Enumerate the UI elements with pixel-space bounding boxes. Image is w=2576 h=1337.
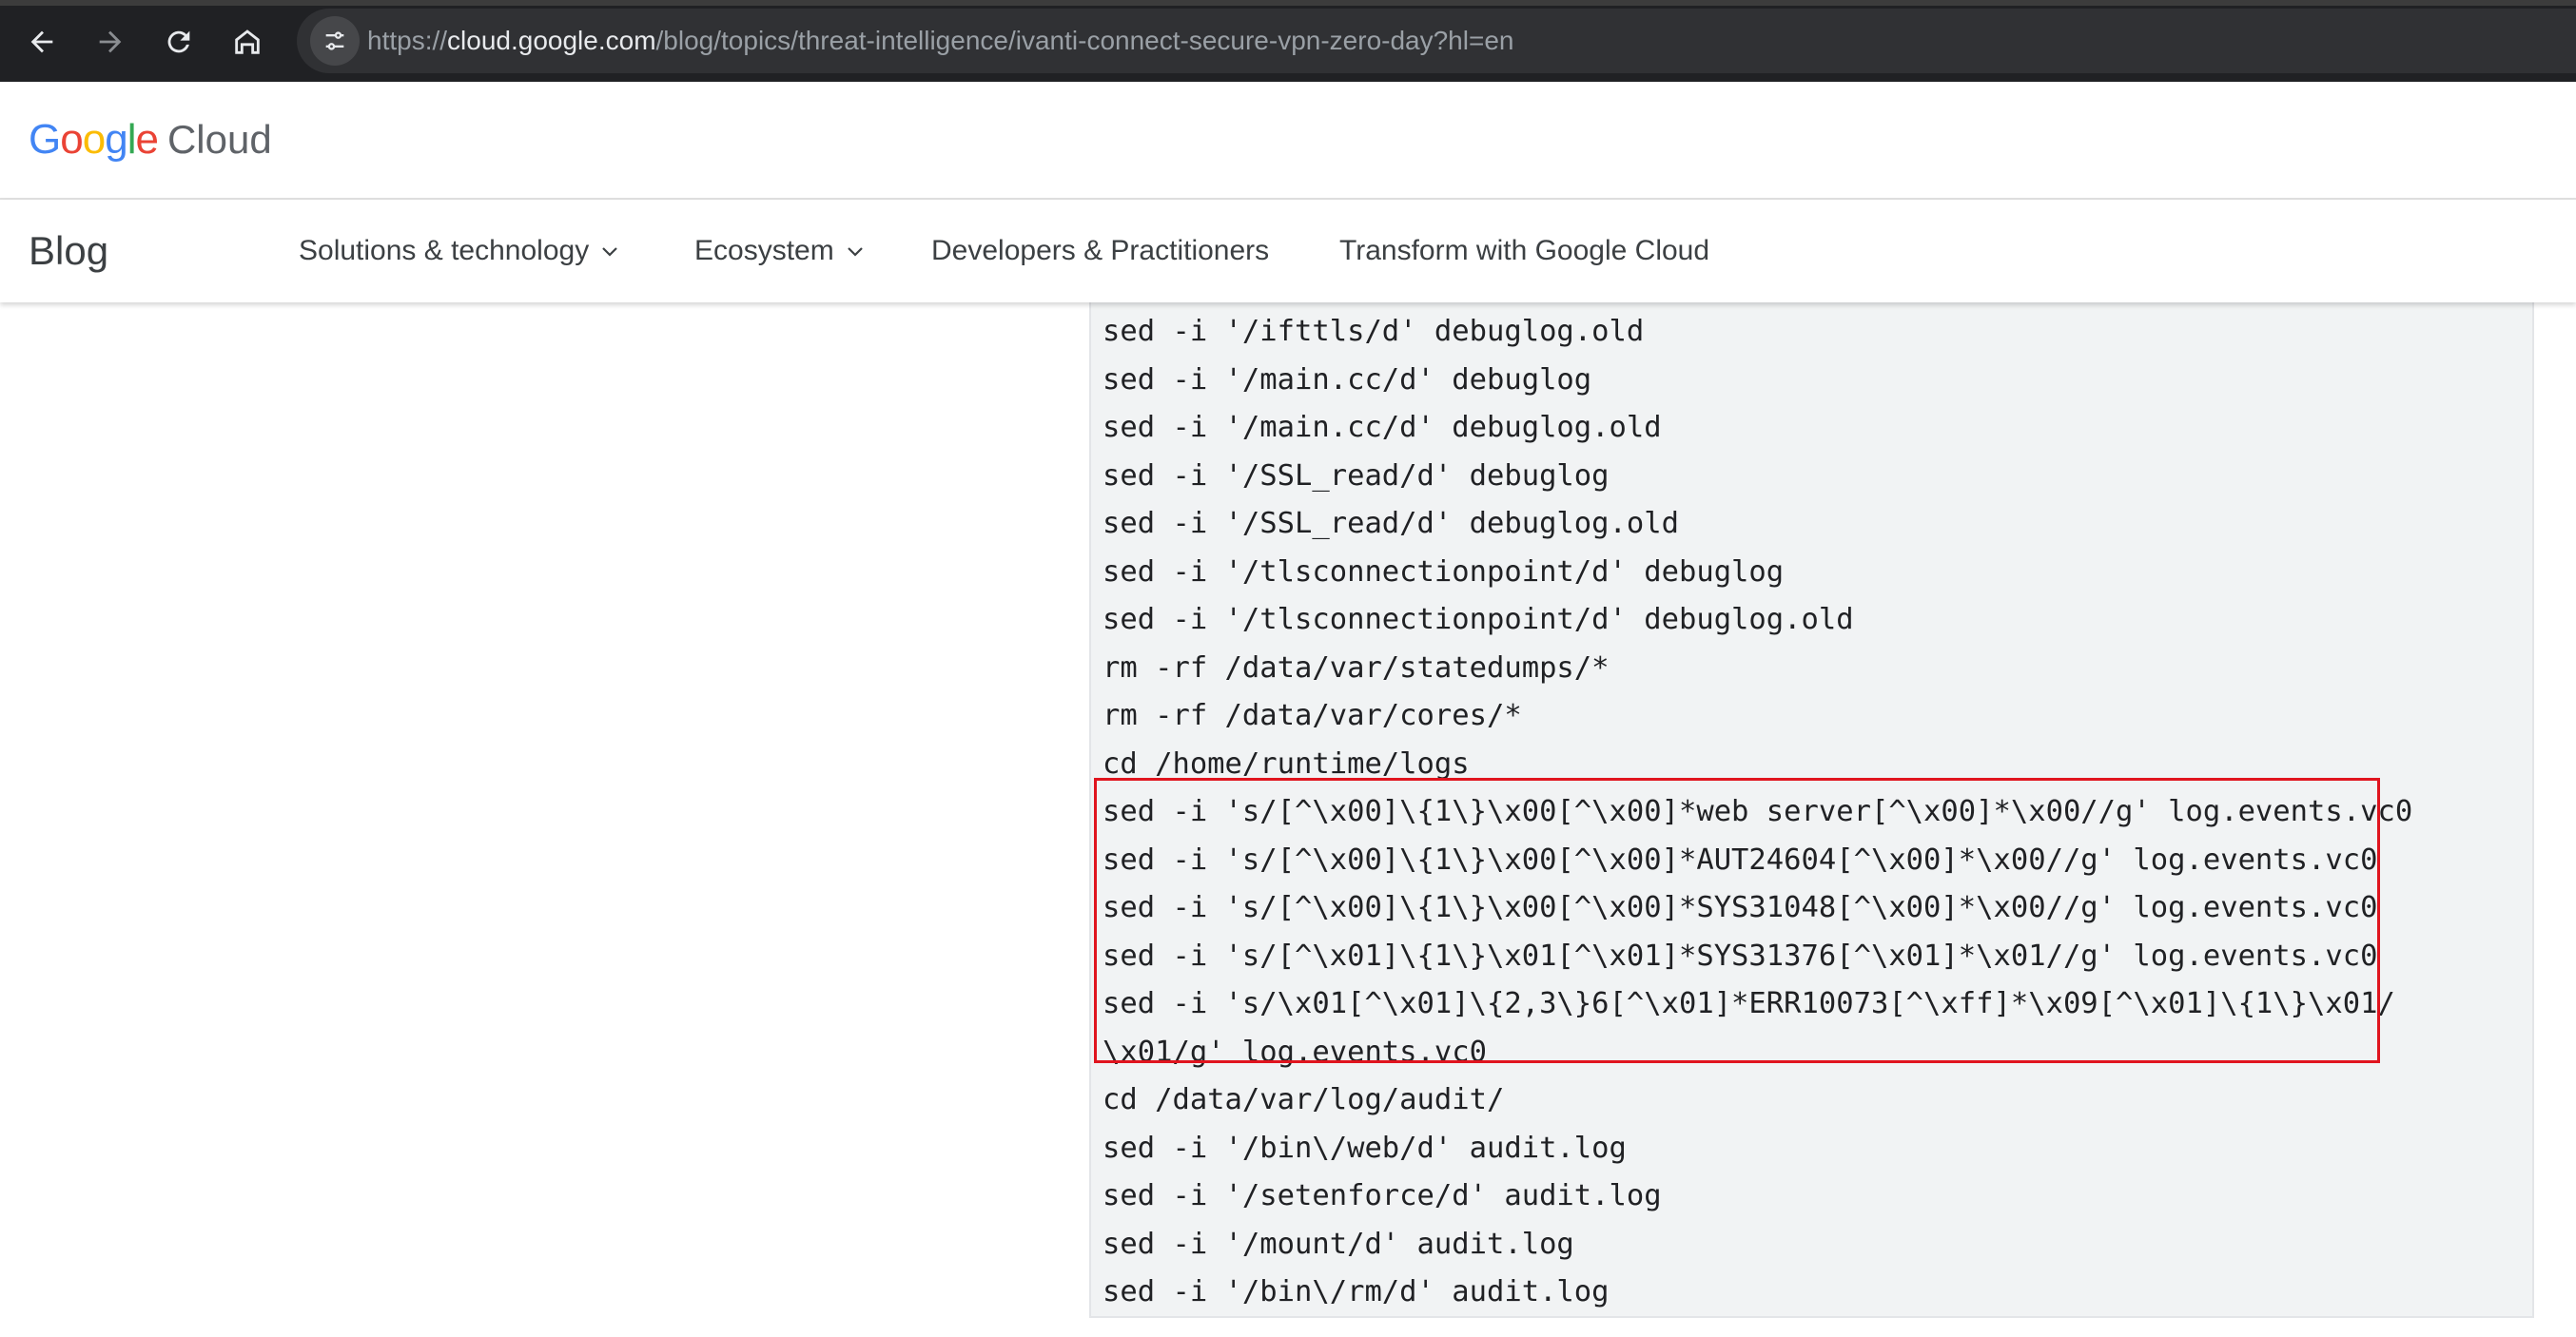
code-line: sed -i '/SSL_read/d' debuglog.old: [1103, 507, 1679, 540]
reload-icon: [167, 30, 190, 53]
code-line: rm -rf /data/var/statedumps/*: [1103, 650, 1610, 685]
url-host: cloud.google.com: [447, 26, 656, 55]
code-line: sed -i '/setenforce/d' audit.log: [1103, 1179, 1662, 1212]
back-icon: [30, 30, 53, 53]
logo-letter: o: [82, 116, 107, 163]
nav-item-label: Ecosystem: [694, 235, 834, 266]
home-button[interactable]: [219, 13, 276, 70]
code-line: sed -i 's/\x01[^\x01]\{2,3\}6[^\x01]*ERR…: [1103, 987, 2395, 1020]
forward-button[interactable]: [82, 13, 139, 70]
code-line: sed -i '/ifttls/d' debuglog.old: [1103, 315, 1645, 348]
nav-item-developers-practitioners[interactable]: Developers & Practitioners: [931, 200, 1269, 302]
code-line: sed -i '/tlsconnectionpoint/d' debuglog: [1103, 554, 1785, 589]
code-line: sed -i '/main.cc/d' debuglog.old: [1103, 411, 1662, 444]
code-line: sed -i 's/[^\x00]\{1\}\x00[^\x00]*web se…: [1103, 795, 2413, 828]
nav-item-transform-with-google-cloud[interactable]: Transform with Google Cloud: [1339, 200, 1709, 302]
back-button[interactable]: [13, 13, 70, 70]
site-header: Google Cloud: [0, 82, 2576, 200]
forward-icon: [99, 30, 122, 53]
logo-letter: G: [29, 116, 61, 163]
home-icon: [235, 29, 260, 54]
code-block: sed -i '/ifttls/d' debuglog.old sed -i '…: [1089, 302, 2534, 1318]
blog-title[interactable]: Blog: [29, 200, 108, 302]
chevron-down-icon: [847, 247, 863, 257]
google-cloud-logo[interactable]: Google Cloud: [29, 116, 272, 164]
address-bar[interactable]: https://cloud.google.com/blog/topics/thr…: [297, 9, 2576, 73]
code-line: sed -i '/bin\/web/d' audit.log: [1103, 1131, 1627, 1165]
code-line: sed -i '/mount/d' audit.log: [1103, 1227, 1574, 1261]
nav-item-ecosystem[interactable]: Ecosystem: [694, 200, 867, 302]
nav-item-label: Developers & Practitioners: [931, 235, 1270, 266]
code-line: sed -i 's/[^\x00]\{1\}\x00[^\x00]*SYS310…: [1103, 891, 2378, 924]
logo-letter: l: [127, 116, 137, 163]
code-line: sed -i '/bin\/rm/d' audit.log: [1103, 1275, 1610, 1308]
code-line: rm -rf /data/var/cores/*: [1103, 699, 1522, 732]
nav-item-label: Solutions & technology: [299, 235, 590, 266]
code-line: sed -i '/tlsconnectionpoint/d' debuglog.…: [1103, 603, 1854, 636]
code-line: sed -i 's/[^\x00]\{1\}\x00[^\x00]*AUT246…: [1103, 843, 2378, 877]
browser-toolbar: https://cloud.google.com/blog/topics/thr…: [0, 0, 2576, 82]
code-line: cd /data/var/log/audit/: [1103, 1083, 1505, 1116]
code-line: sed -i '/main.cc/d' debuglog: [1103, 362, 1592, 397]
code-lines: sed -i '/ifttls/d' debuglog.old sed -i '…: [1103, 308, 2412, 1317]
reload-button[interactable]: [150, 13, 207, 70]
code-line: \x01/g' log.events.vc0: [1103, 1035, 1487, 1069]
code-line: sed -i 's/[^\x01]\{1\}\x01[^\x01]*SYS313…: [1103, 939, 2378, 973]
logo-cloud-text: Cloud: [166, 117, 272, 162]
site-settings-icon[interactable]: [310, 16, 360, 66]
code-line: cd /home/runtime/logs: [1103, 746, 1470, 781]
chevron-down-icon: [602, 247, 617, 257]
code-line: sed -i '/SSL_read/d' debuglog: [1103, 458, 1610, 493]
logo-letter: g: [105, 116, 128, 163]
url-scheme: https://: [367, 26, 448, 55]
url-path: /blog/topics/threat-intelligence/ivanti-…: [655, 26, 1514, 55]
logo-letter: o: [60, 116, 84, 163]
url-text[interactable]: https://cloud.google.com/blog/topics/thr…: [367, 9, 1513, 73]
tab-strip-edge: [0, 0, 2576, 6]
nav-item-label: Transform with Google Cloud: [1339, 235, 1710, 266]
nav-item-solutions-technology[interactable]: Solutions & technology: [299, 200, 621, 302]
blog-navigation: Blog Solutions & technology Ecosystem De…: [0, 200, 2576, 302]
logo-letter: e: [135, 116, 159, 163]
